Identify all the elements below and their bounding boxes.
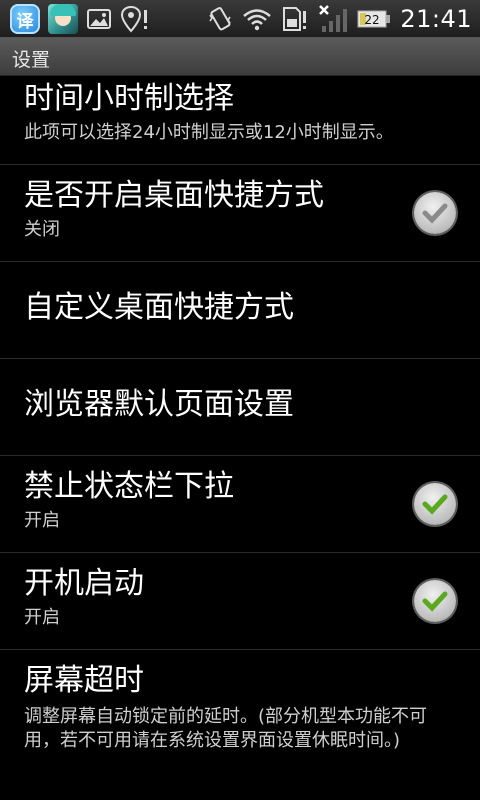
setting-browser-default-page[interactable]: 浏览器默认页面设置: [0, 359, 480, 456]
setting-title: 是否开启桌面快捷方式: [24, 178, 324, 213]
setting-title: 开机启动: [24, 566, 144, 601]
setting-title: 屏幕超时: [24, 663, 144, 698]
battery-level: 22: [365, 13, 380, 27]
setting-disable-statusbar-pulldown[interactable]: 禁止状态栏下拉 开启: [0, 456, 480, 553]
title-bar: 设置: [0, 38, 480, 76]
status-bar-system: 22 21:41: [207, 4, 472, 34]
setting-title: 自定义桌面快捷方式: [24, 290, 294, 325]
boot-startup-checkbox[interactable]: [414, 580, 456, 622]
setting-subtitle: 开启: [24, 510, 60, 531]
disable-pulldown-checkbox[interactable]: [414, 483, 456, 525]
setting-custom-shortcut[interactable]: 自定义桌面快捷方式: [0, 262, 480, 359]
setting-boot-startup[interactable]: 开机启动 开启: [0, 553, 480, 650]
setting-desktop-shortcut[interactable]: 是否开启桌面快捷方式 关闭: [0, 165, 480, 262]
setting-title: 禁止状态栏下拉: [24, 469, 234, 504]
no-signal-icon: [318, 4, 348, 34]
setting-subtitle: 调整屏幕自动锁定前的延时。(部分机型本功能不可用，若不可用请在系统设置界面设置休…: [24, 706, 428, 752]
sd-card-icon: [281, 6, 309, 32]
setting-subtitle: 此项可以选择24小时制显示或12小时制显示。: [24, 122, 394, 143]
setting-title: 浏览器默认页面设置: [24, 387, 294, 422]
image-icon: [86, 7, 112, 31]
page-title: 设置: [12, 49, 51, 71]
translate-app-icon: 译: [10, 4, 40, 34]
check-icon: [422, 494, 448, 515]
location-icon: [120, 5, 150, 33]
check-icon: [422, 203, 448, 224]
setting-time-format[interactable]: 时间小时制选择 此项可以选择24小时制显示或12小时制显示。: [0, 76, 480, 165]
clock: 21:41: [400, 5, 472, 33]
settings-list: 时间小时制选择 此项可以选择24小时制显示或12小时制显示。 是否开启桌面快捷方…: [0, 76, 480, 800]
setting-subtitle: 关闭: [24, 219, 60, 240]
desktop-shortcut-checkbox[interactable]: [414, 192, 456, 234]
status-bar-notifications: 译: [10, 4, 150, 34]
setting-title: 时间小时制选择: [24, 81, 234, 116]
setting-subtitle: 开启: [24, 607, 60, 628]
setting-screen-timeout[interactable]: 屏幕超时 调整屏幕自动锁定前的延时。(部分机型本功能不可用，若不可用请在系统设置…: [0, 650, 480, 800]
battery-icon: 22: [357, 9, 391, 29]
check-icon: [422, 591, 448, 612]
vibrate-icon: [207, 5, 233, 33]
status-bar: 译 22 21:41: [0, 0, 480, 38]
wifi-icon: [242, 7, 272, 31]
avatar-app-icon: [48, 4, 78, 34]
